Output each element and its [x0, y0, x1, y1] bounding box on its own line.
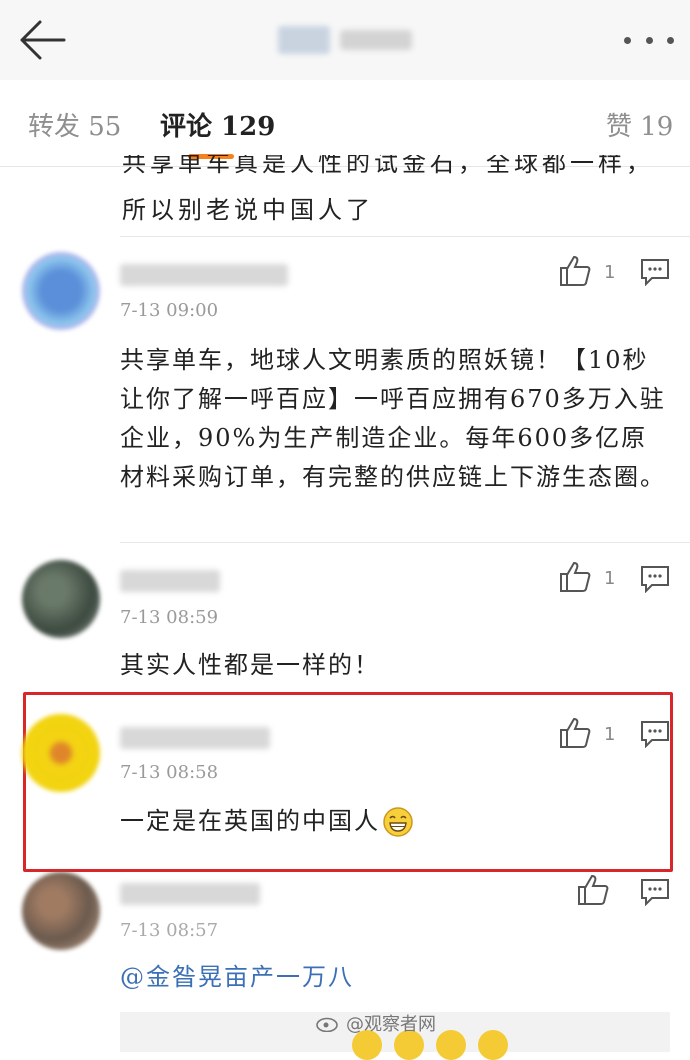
- comment-time: 7-13 08:59: [120, 607, 219, 628]
- thumbs-up-icon[interactable]: [576, 873, 610, 907]
- comment-text: 一定是在英国的中国人: [120, 807, 380, 835]
- arrow-left-icon[interactable]: [16, 18, 68, 62]
- avatar[interactable]: [22, 560, 100, 638]
- watermark: @观察者网: [316, 1010, 436, 1036]
- reply-comment-icon[interactable]: [640, 878, 670, 906]
- username-blurred[interactable]: [120, 264, 288, 286]
- comment-text-row: 一定是在英国的中国人: [120, 802, 414, 841]
- reply-comment-icon[interactable]: [640, 258, 670, 286]
- tab-repost[interactable]: 转发 55: [28, 106, 121, 143]
- thumbs-up-icon[interactable]: [558, 560, 592, 594]
- tab-comments[interactable]: 评论 129: [160, 106, 275, 143]
- divider: [120, 542, 690, 543]
- grin-emoji-icon: [383, 806, 413, 837]
- more-dots-icon[interactable]: [624, 30, 674, 50]
- thumbs-up-icon[interactable]: [558, 254, 592, 288]
- comment-time: 7-13 08:58: [120, 762, 219, 783]
- partial-comment-last-line: 所以别老说中国人了: [122, 196, 374, 224]
- tab-bar: 转发 55 评论 129 赞 19: [0, 80, 690, 167]
- comment-time: 7-13 09:00: [120, 300, 219, 321]
- avatar[interactable]: [22, 872, 100, 950]
- comment-text: 其实人性都是一样的！: [120, 651, 380, 679]
- username-blurred[interactable]: [120, 883, 260, 905]
- blurred-title: [278, 26, 413, 54]
- reply-comment-icon[interactable]: [640, 565, 670, 593]
- comment-text: 共享单车，地球人文明素质的照妖镜！【10秒让你了解一呼百应】一呼百应拥有670多…: [120, 346, 666, 491]
- watermark-text: @观察者网: [346, 1014, 436, 1035]
- weibo-logo-icon: [316, 1017, 338, 1032]
- divider: [120, 236, 690, 237]
- like-count: 1: [604, 262, 616, 283]
- tab-likes[interactable]: 赞 19: [606, 106, 673, 143]
- top-bar: [0, 0, 690, 80]
- avatar[interactable]: [22, 252, 100, 330]
- like-count: 1: [604, 568, 616, 589]
- comment-time: 7-13 08:57: [120, 920, 219, 941]
- partial-comment-line: 共享单车真是人性的试金石，全球都一样，: [122, 155, 654, 177]
- reply-comment-icon[interactable]: [640, 720, 670, 748]
- username-blurred[interactable]: [120, 727, 270, 749]
- like-count: 1: [604, 724, 616, 745]
- mention-link[interactable]: @金昝晃亩产一万八: [120, 958, 668, 997]
- username-blurred[interactable]: [120, 570, 220, 592]
- thumbs-up-icon[interactable]: [558, 716, 592, 750]
- avatar[interactable]: [22, 714, 100, 792]
